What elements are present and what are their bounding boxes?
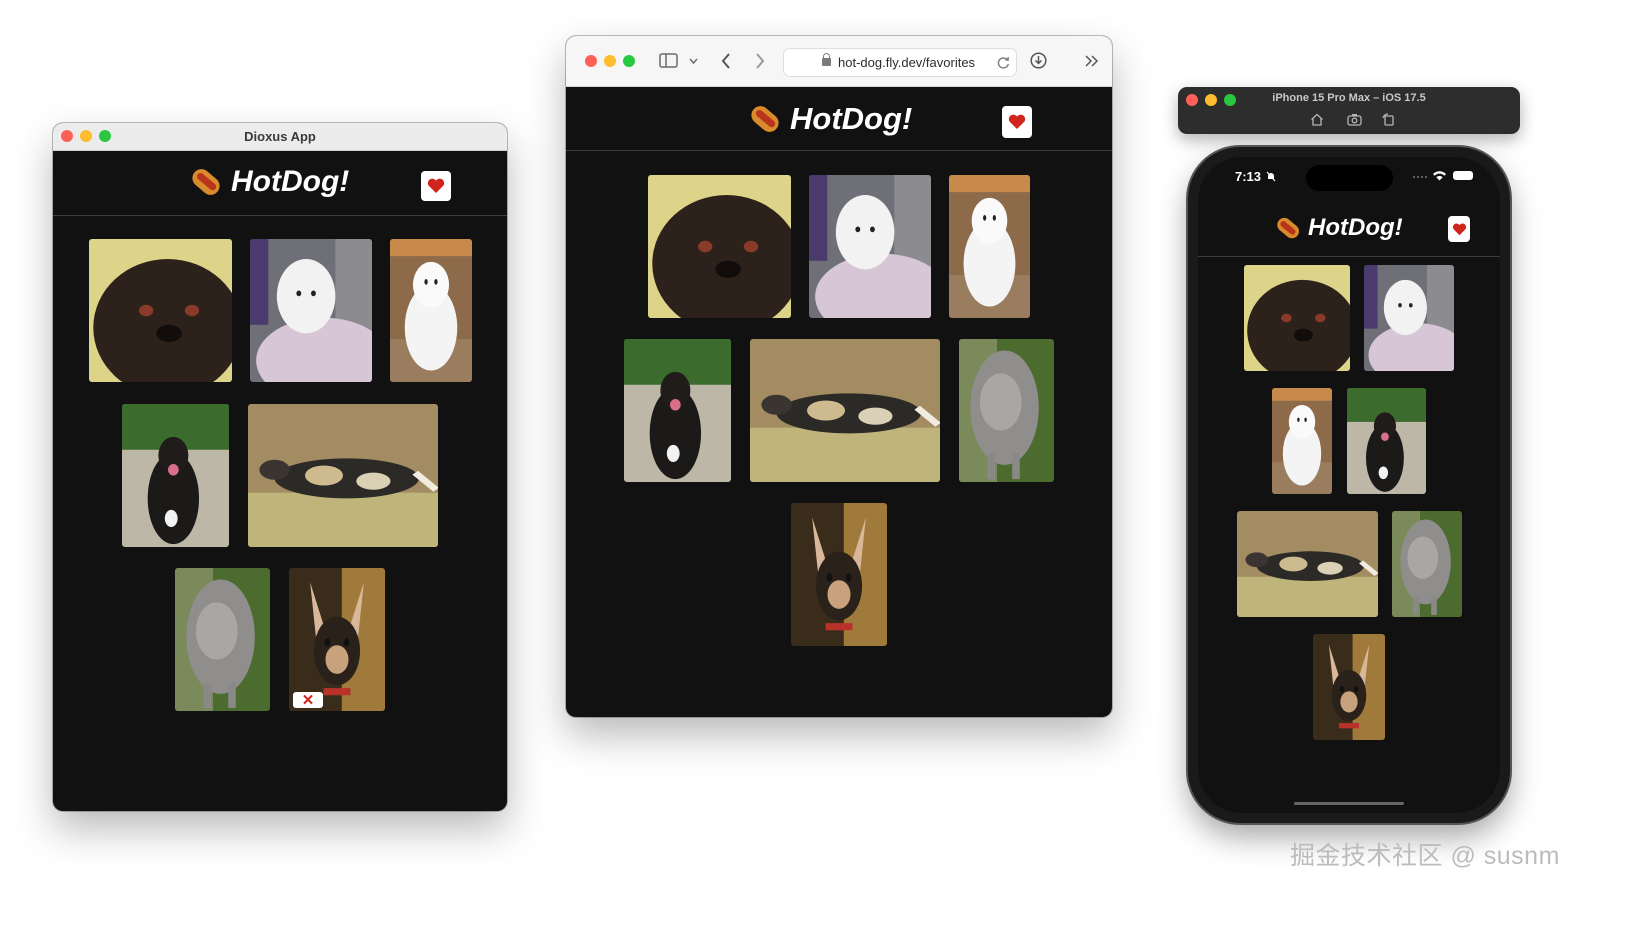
simulator-title: iPhone 15 Pro Max – iOS 17.5 (1272, 92, 1426, 104)
favorite-photo[interactable] (1244, 265, 1350, 371)
favorite-photo[interactable] (809, 175, 931, 318)
screenshot-icon[interactable] (1347, 113, 1362, 126)
browser-toolbar: hot-dog.fly.dev/favorites (566, 36, 1112, 87)
hotdog-icon (1274, 214, 1302, 242)
app-title: HotDog! (1308, 214, 1403, 241)
lock-icon (822, 53, 831, 66)
home-indicator[interactable] (1294, 802, 1404, 805)
favorite-photo[interactable] (250, 239, 372, 382)
iphone-simulator: 7:13 HotDog! (1188, 147, 1510, 823)
simulator-toolbar[interactable]: iPhone 15 Pro Max – iOS 17.5 (1178, 87, 1520, 134)
app-header: HotDog! (566, 87, 1112, 151)
back-icon[interactable] (721, 53, 731, 69)
favorite-photo[interactable] (1272, 388, 1332, 494)
favorites-button[interactable] (1448, 216, 1470, 242)
favorite-photo[interactable] (1364, 265, 1454, 371)
favorite-photo[interactable] (1392, 511, 1462, 617)
wifi-icon (1433, 171, 1446, 181)
favorite-photo[interactable] (949, 175, 1030, 318)
favorite-photo[interactable] (289, 568, 385, 711)
heart-icon (1008, 114, 1026, 129)
favorite-photo[interactable] (175, 568, 270, 711)
favorite-photo[interactable] (1347, 388, 1426, 494)
favorite-photo[interactable] (1313, 634, 1385, 740)
favorite-photo[interactable] (624, 339, 731, 482)
signal-icon (1413, 176, 1427, 178)
close-window-button[interactable] (585, 55, 597, 67)
favorite-photo[interactable] (959, 339, 1054, 482)
browser-window: hot-dog.fly.dev/favorites HotDog! (566, 36, 1112, 717)
address-bar[interactable]: hot-dog.fly.dev/favorites (783, 48, 1017, 77)
app-brand[interactable]: HotDog! (747, 101, 913, 137)
app-header: HotDog! (1198, 205, 1500, 257)
favorites-button[interactable] (421, 171, 451, 201)
sidebar-toggle-icon[interactable] (659, 53, 678, 68)
rotate-icon[interactable] (1382, 113, 1395, 126)
url-text: hot-dog.fly.dev/favorites (838, 55, 976, 70)
x-icon: ✕ (301, 692, 315, 709)
app-brand[interactable]: HotDog! (1274, 214, 1403, 242)
window-titlebar[interactable]: Dioxus App (53, 123, 507, 151)
heart-icon (1452, 223, 1466, 235)
favorite-photo[interactable] (122, 404, 229, 547)
desktop-app-window: Dioxus App HotDog! ✕ (53, 123, 507, 811)
app-title: HotDog! (790, 101, 913, 136)
reload-icon[interactable] (997, 56, 1010, 69)
download-icon[interactable] (1030, 52, 1047, 69)
favorite-photo[interactable] (648, 175, 791, 318)
favorite-photo[interactable] (750, 339, 940, 482)
favorite-photo[interactable] (248, 404, 438, 547)
hotdog-icon (188, 165, 224, 199)
window-title: Dioxus App (244, 129, 316, 144)
home-icon[interactable] (1310, 113, 1324, 126)
more-tabs-icon[interactable] (1085, 55, 1099, 67)
status-bar: 7:13 (1198, 157, 1500, 197)
zoom-window-button[interactable] (623, 55, 635, 67)
status-time: 7:13 (1235, 169, 1262, 184)
watermark: 掘金技术社区 @ susnm (1290, 842, 1560, 870)
dynamic-island (1306, 165, 1393, 191)
bell-slash-icon (1266, 171, 1276, 182)
app-header: HotDog! (53, 151, 507, 216)
heart-icon (427, 178, 445, 193)
app-brand[interactable]: HotDog! (188, 165, 350, 199)
remove-favorite-button[interactable]: ✕ (293, 692, 323, 709)
battery-icon (1453, 171, 1473, 180)
iphone-screen: 7:13 HotDog! (1198, 157, 1500, 813)
favorite-photo[interactable] (791, 503, 887, 646)
favorite-photo[interactable] (89, 239, 232, 382)
favorite-photo[interactable] (390, 239, 472, 382)
app-title: HotDog! (231, 165, 350, 198)
favorites-button[interactable] (1002, 106, 1032, 138)
favorite-photo[interactable] (1237, 511, 1378, 617)
minimize-window-button[interactable] (604, 55, 616, 67)
forward-icon[interactable] (755, 53, 765, 69)
chevron-down-icon[interactable] (689, 58, 698, 64)
hotdog-icon (747, 102, 783, 136)
